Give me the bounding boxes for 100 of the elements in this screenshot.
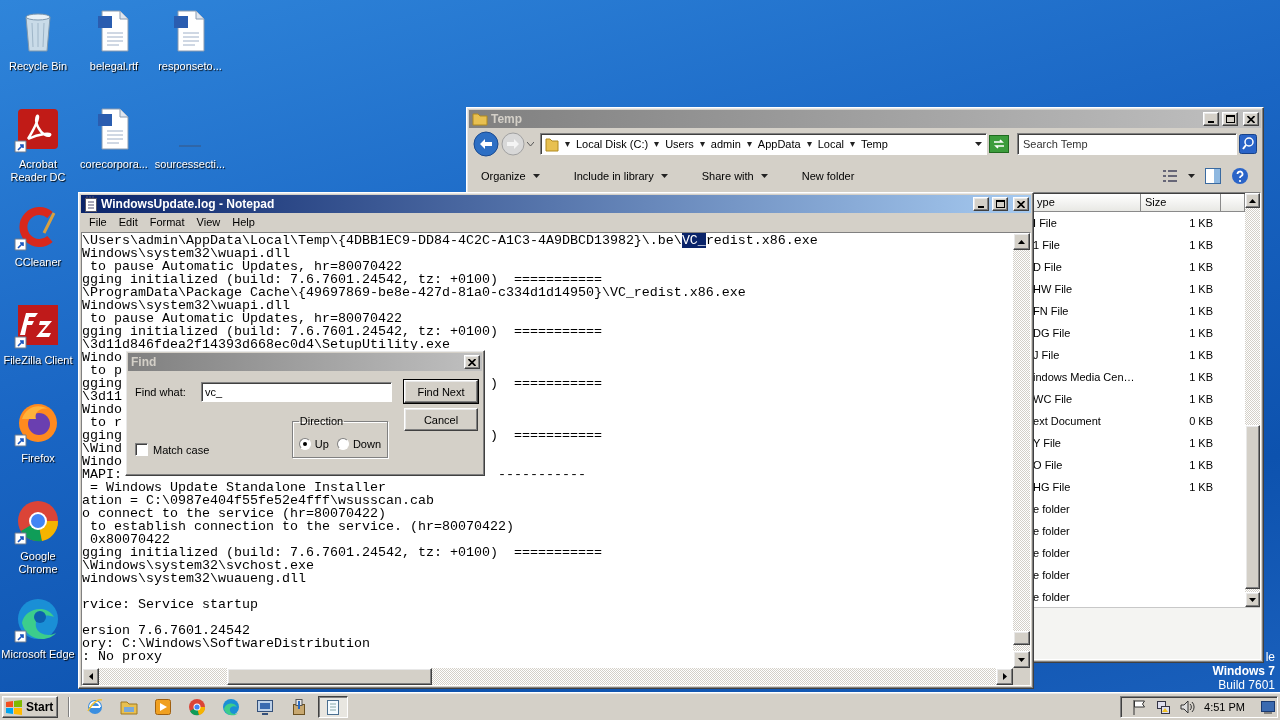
breadcrumb-item[interactable]: Local Disk (C:): [576, 138, 649, 150]
vertical-scrollbar[interactable]: [1245, 193, 1260, 607]
icon-label[interactable]: corecorpora...: [76, 158, 152, 171]
scroll-thumb[interactable]: [1013, 631, 1030, 645]
dialog-button[interactable]: Cancel: [404, 408, 478, 431]
scroll-down-button[interactable]: [1245, 592, 1260, 607]
icon-label[interactable]: Google Chrome: [0, 550, 76, 576]
view-list-icon[interactable]: [1162, 169, 1178, 183]
caret-icon: [565, 141, 570, 147]
start-button[interactable]: Start: [2, 695, 59, 718]
file-type: D File: [1033, 261, 1063, 273]
window-title: Temp: [491, 112, 524, 126]
close-button[interactable]: [464, 355, 480, 369]
file-type: I File: [1033, 217, 1058, 229]
scroll-down-button[interactable]: [1013, 651, 1030, 668]
icon-label[interactable]: Firefox: [0, 452, 76, 465]
scroll-right-button[interactable]: [996, 668, 1013, 685]
log-line: rvice: Service startup: [82, 597, 258, 612]
history-caret-icon[interactable]: [527, 142, 534, 146]
icon-label[interactable]: sourcessecti...: [152, 158, 228, 171]
scroll-thumb[interactable]: [227, 668, 432, 685]
breadcrumb-item[interactable]: Temp: [860, 138, 888, 150]
scroll-thumb[interactable]: [1245, 425, 1260, 589]
left-arrow-icon: [88, 673, 93, 680]
column-header[interactable]: ype: [1033, 194, 1142, 212]
icon-label[interactable]: Acrobat Reader DC: [0, 158, 76, 184]
log-line: -----------: [496, 468, 586, 481]
log-line: gging: [82, 429, 122, 442]
breadcrumb-item[interactable]: Users: [665, 138, 694, 150]
icon-label[interactable]: CCleaner: [0, 256, 76, 269]
icon-label[interactable]: FileZilla Client: [0, 354, 76, 367]
icon-label[interactable]: Recycle Bin: [0, 60, 76, 73]
radio-button[interactable]: [336, 438, 349, 450]
menu-item[interactable]: Edit: [112, 216, 144, 228]
icon-label[interactable]: Microsoft Edge: [0, 648, 76, 661]
radio-button[interactable]: [298, 438, 311, 450]
horizontal-scrollbar[interactable]: [82, 668, 1013, 685]
address-bar[interactable]: Local Disk (C:) Users admin AppData Local Temp: [540, 133, 987, 155]
file-type: e folder: [1033, 547, 1071, 559]
help-icon[interactable]: [1231, 167, 1249, 185]
file-type: e folder: [1033, 503, 1071, 515]
search-button[interactable]: [1239, 134, 1257, 154]
log-line: : No proxy: [82, 649, 162, 664]
toolbar-button[interactable]: Share with: [697, 168, 772, 184]
icon-label[interactable]: responseto...: [152, 60, 228, 73]
icon-label[interactable]: belegal.rtf: [76, 60, 152, 73]
log-line: MAPI:: [82, 468, 122, 481]
menu-item[interactable]: View: [190, 216, 227, 228]
flag-icon[interactable]: [1131, 698, 1147, 715]
dialog-button[interactable]: Find Next: [404, 380, 478, 403]
taskbar-button[interactable]: [318, 695, 349, 718]
menu-item[interactable]: Format: [143, 216, 191, 228]
log-line: to r: [89, 416, 122, 429]
minimize-button[interactable]: [973, 197, 989, 211]
toolbar-button[interactable]: Include in library: [569, 168, 672, 184]
preview-pane-icon[interactable]: [1205, 168, 1221, 184]
network-icon[interactable]: [1155, 698, 1171, 715]
back-button[interactable]: [473, 131, 499, 157]
notepad-icon: [84, 196, 98, 212]
folder-icon: [472, 112, 488, 126]
show-desktop-icon[interactable]: [1261, 699, 1275, 714]
clock[interactable]: 4:51 PM: [1204, 700, 1253, 713]
log-line: windows\system32\wuaueng.dll: [82, 571, 306, 586]
checkbox[interactable]: [135, 443, 148, 456]
dropdown-caret-icon[interactable]: [975, 142, 982, 146]
vertical-scrollbar[interactable]: [1013, 233, 1030, 668]
menu-item[interactable]: File: [83, 216, 113, 228]
toolbar-button[interactable]: New folder: [797, 168, 859, 184]
toolbar-button[interactable]: Organize: [477, 168, 544, 184]
file-size: 1 KB: [1188, 481, 1215, 493]
refresh-button[interactable]: [989, 135, 1009, 153]
log-line: Windo: [82, 351, 122, 364]
scroll-left-button[interactable]: [82, 668, 99, 685]
radio-label[interactable]: Down: [352, 438, 381, 450]
checkbox-label[interactable]: Match case: [153, 443, 210, 456]
log-line: ) ===========: [489, 429, 602, 442]
close-icon: [468, 358, 476, 366]
menu-item[interactable]: Help: [226, 216, 261, 228]
log-line: o connect to the service (hr=80070422): [82, 506, 386, 521]
close-button[interactable]: [1243, 112, 1259, 126]
caret-icon: [699, 141, 705, 147]
file-type: Y File: [1033, 437, 1062, 449]
scroll-up-button[interactable]: [1013, 233, 1030, 250]
file-type: HG File: [1033, 481, 1072, 493]
column-header[interactable]: Size: [1141, 194, 1222, 212]
breadcrumb-item[interactable]: AppData: [757, 138, 801, 150]
file-type: e folder: [1033, 525, 1071, 537]
radio-label[interactable]: Up: [314, 438, 329, 450]
minimize-button[interactable]: [1203, 112, 1219, 126]
close-button[interactable]: [1013, 197, 1029, 211]
search-field[interactable]: Search Temp: [1017, 133, 1237, 155]
maximize-button[interactable]: [1222, 112, 1238, 126]
file-type: DG File: [1033, 327, 1072, 339]
breadcrumb-item[interactable]: Local: [817, 138, 844, 150]
caret-icon[interactable]: [1188, 174, 1195, 178]
speaker-icon[interactable]: [1179, 698, 1195, 715]
find-what-field[interactable]: vc_: [201, 382, 392, 402]
maximize-button[interactable]: [992, 197, 1008, 211]
scroll-up-button[interactable]: [1245, 193, 1260, 208]
breadcrumb-item[interactable]: admin: [710, 138, 741, 150]
